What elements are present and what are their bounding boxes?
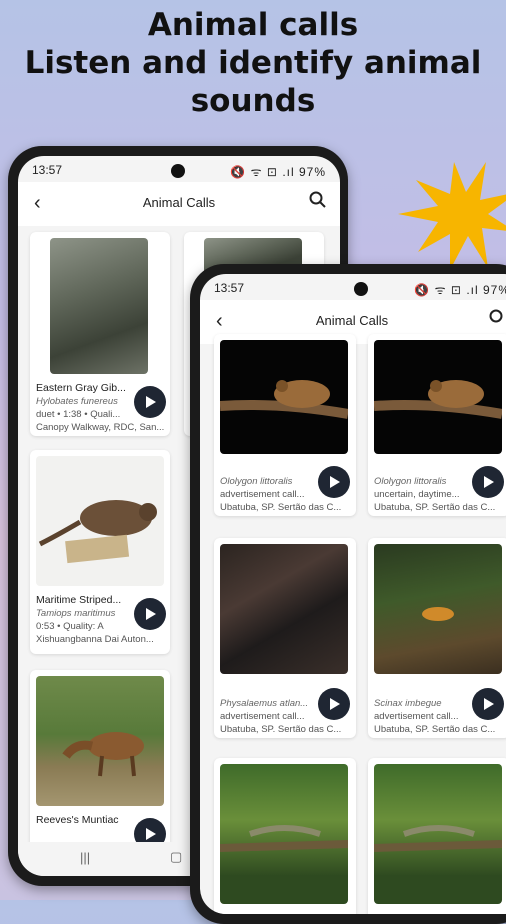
frog-illustration [422,607,454,621]
animal-photo [50,238,148,374]
card-common-name: Reeves's Muntiac [36,814,119,826]
app-bar-title: Animal Calls [315,313,389,328]
card-location: Ubatuba, SP. Sertão das C... [220,502,342,513]
treefrog-illustration [220,380,348,419]
play-button[interactable] [318,688,350,720]
card-scientific-name: Hylobates funereus [36,396,118,407]
play-icon [146,608,156,620]
front-phone-frame: 13:57 🔇 ᯤ ⊡ .ıl 97% ‹ Animal Calls Ololy… [190,264,506,924]
sound-card[interactable]: Reeves's Muntiac [30,670,170,850]
animal-photo [374,340,502,454]
play-button[interactable] [472,466,504,498]
status-icons: 🔇 ᯤ ⊡ .ıl 97% [414,283,506,297]
card-details: advertisement call... [220,711,305,722]
app-bar: ‹ Animal Calls [18,182,340,226]
card-details: uncertain, daytime... [374,489,460,500]
promo-line-3: sounds [190,83,316,119]
card-scientific-name: Physalaemus atlan... [220,698,309,709]
card-details: 0:53 • Quality: A [36,621,104,632]
play-icon [330,476,340,488]
card-location: Ubatuba, SP. Sertão das C... [374,502,496,513]
play-icon [330,698,340,710]
sound-card[interactable] [214,758,356,914]
search-icon[interactable] [308,190,328,210]
card-scientific-name: Scinax imbegue [374,698,442,709]
promo-line-1: Animal calls [147,7,359,43]
card-details: advertisement call... [374,711,459,722]
starburst-decoration [398,162,506,270]
sound-card[interactable]: Physalaemus atlan... advertisement call.… [214,538,356,738]
card-details: advertisement call... [220,489,305,500]
treefrog-illustration [374,380,502,419]
sound-card[interactable]: Ololygon littoralis advertisement call..… [214,334,356,516]
camera-cutout [354,282,368,296]
muntjac-illustration [62,732,144,777]
front-phone-screen: 13:57 🔇 ᯤ ⊡ .ıl 97% ‹ Animal Calls Ololy… [200,274,506,914]
status-icons: 🔇 ᯤ ⊡ .ıl 97% [230,165,326,179]
status-time: 13:57 [32,163,63,177]
app-bar-title: Animal Calls [142,195,216,210]
animal-photo [220,764,348,904]
card-common-name: Eastern Gray Gib... [36,382,126,394]
recents-icon[interactable]: ||| [80,850,90,865]
card-location: Ubatuba, SP. Sertão das C... [220,724,342,735]
animal-photo [220,544,348,674]
status-time: 13:57 [214,281,245,295]
card-location: Xishuangbanna Dai Auton... [36,634,154,645]
play-button[interactable] [318,466,350,498]
sound-card[interactable]: Maritime Striped... Tamiops maritimus 0:… [30,450,170,654]
lizard-illustration [374,825,502,852]
play-button[interactable] [472,688,504,720]
play-icon [484,476,494,488]
card-location: Canopy Walkway, RDC, San... [36,422,165,433]
card-scientific-name: Ololygon littoralis [374,476,447,487]
promo-line-2: Listen and identify animal [24,45,482,81]
play-button[interactable] [134,598,166,630]
card-scientific-name: Tamiops maritimus [36,608,116,619]
home-icon[interactable]: ▢ [170,849,182,865]
card-scientific-name: Ololygon littoralis [220,476,293,487]
lizard-illustration [220,825,348,852]
card-common-name: Maritime Striped... [36,594,122,606]
animal-photo [374,764,502,904]
play-icon [146,828,156,840]
status-bar: 13:57 🔇 ᯤ ⊡ .ıl 97% [200,274,506,300]
card-location: Ubatuba, SP. Sertão das C... [374,724,496,735]
play-icon [146,396,156,408]
animal-photo [36,676,164,806]
search-icon[interactable] [488,308,506,328]
play-button[interactable] [134,386,166,418]
sound-card[interactable] [368,758,506,914]
squirrel-specimen-illustration [38,500,157,564]
card-details: duet • 1:38 • Quali... [36,409,121,420]
animal-photo [36,456,164,586]
camera-cutout [171,164,185,178]
play-icon [484,698,494,710]
sound-card[interactable]: Eastern Gray Gib... Hylobates funereus d… [30,232,170,436]
animal-photo [374,544,502,674]
animal-photo [220,340,348,454]
sound-card[interactable]: Ololygon littoralis uncertain, daytime..… [368,334,506,516]
sound-card[interactable]: Scinax imbegue advertisement call... Uba… [368,538,506,738]
promo-headline: Animal calls Listen and identify animal … [0,6,506,120]
